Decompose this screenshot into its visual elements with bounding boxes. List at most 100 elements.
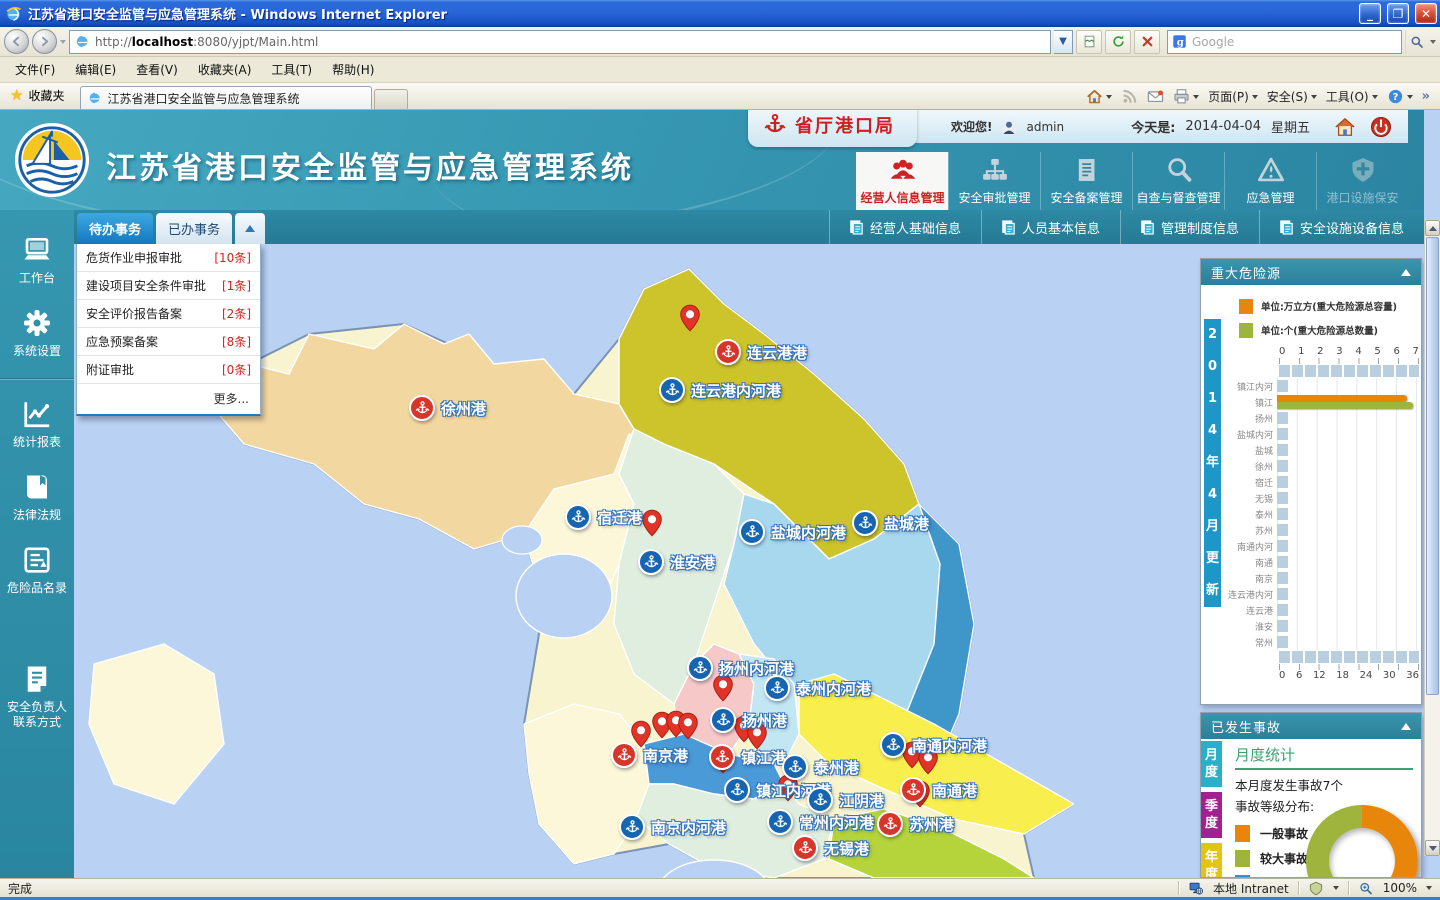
port-marker-镇江内河港[interactable]: 镇江内河港 — [724, 777, 750, 803]
port-marker-泰州港[interactable]: 泰州港 — [782, 754, 808, 780]
back-button[interactable] — [4, 29, 29, 54]
nav-item-2[interactable]: 安全备案管理 — [1040, 152, 1132, 210]
port-marker-盐城港[interactable]: 盐城港 — [852, 510, 878, 536]
port-marker-南通内河港[interactable]: 南通内河港 — [880, 732, 906, 758]
refresh-button[interactable] — [1105, 30, 1131, 54]
task-row-0[interactable]: 危货作业申报审批[10条] — [77, 244, 260, 272]
accidents-tab-月度[interactable]: 月度 — [1201, 741, 1222, 787]
port-marker-南通港[interactable]: 南通港 — [900, 777, 926, 803]
feeds-button[interactable] — [1121, 88, 1138, 105]
port-marker-泰州内河港[interactable]: 泰州内河港 — [764, 675, 790, 701]
nav-item-4[interactable]: 应急管理 — [1224, 152, 1316, 210]
help-button[interactable]: ? — [1387, 88, 1413, 105]
port-marker-镇江港[interactable]: 镇江港 — [709, 744, 735, 770]
subnav-item-3[interactable]: 安全设施设备信息 — [1259, 210, 1424, 244]
port-marker-宿迁港[interactable]: 宿迁港 — [565, 504, 591, 530]
print-button[interactable] — [1173, 88, 1199, 105]
nav-item-1[interactable]: 安全审批管理 — [948, 152, 1040, 210]
port-marker-南京内河港[interactable]: 南京内河港 — [619, 814, 645, 840]
menu-item-1[interactable]: 编辑(E) — [66, 57, 125, 82]
sidebar-item-2[interactable]: 统计报表 — [0, 388, 74, 461]
url-field[interactable]: http://localhost:8080/yjpt/Main.html — [69, 30, 1051, 54]
subnav-item-label: 人员基本信息 — [1022, 218, 1100, 237]
port-marker-徐州港[interactable]: 徐州港 — [409, 395, 435, 421]
map-pin-icon — [679, 304, 701, 332]
search-box[interactable]: g Google — [1167, 30, 1402, 54]
sidebar-item-1[interactable]: 系统设置 — [0, 297, 74, 370]
minimize-button[interactable]: _ — [1359, 3, 1381, 24]
app-home-icon[interactable] — [1334, 116, 1356, 138]
sidebar-item-0[interactable]: 工作台 — [0, 224, 74, 297]
task-row-3[interactable]: 应急预案备案[8条] — [77, 328, 260, 356]
command-item-0[interactable]: 页面(P) — [1208, 88, 1258, 105]
tasks-tab-0[interactable]: 待办事务 — [77, 213, 153, 244]
home-button[interactable] — [1086, 88, 1112, 105]
nav-item-5[interactable]: 港口设施保安 — [1316, 152, 1408, 210]
task-row-2[interactable]: 安全评价报告备案[2条] — [77, 300, 260, 328]
tasks-tab-1[interactable]: 已办事务 — [156, 213, 232, 244]
sidebar-item-5[interactable]: 安全负责人联系方式 — [0, 653, 74, 741]
browser-tab[interactable]: 江苏省港口安全监管与应急管理系统 — [80, 86, 372, 109]
port-marker-苏州港[interactable]: 苏州港 — [877, 811, 903, 837]
menu-item-0[interactable]: 文件(F) — [6, 57, 64, 82]
tasks-collapse-button[interactable] — [235, 213, 265, 244]
new-tab-button[interactable] — [374, 89, 408, 109]
nav-item-3[interactable]: 自查与督查管理 — [1132, 152, 1224, 210]
nav-item-0[interactable]: 经营人信息管理 — [856, 152, 948, 210]
port-marker-常州内河港[interactable]: 常州内河港 — [767, 809, 793, 835]
menu-item-5[interactable]: 帮助(H) — [323, 57, 383, 82]
url-dropdown-button[interactable]: ▼ — [1054, 30, 1073, 54]
logout-power-icon[interactable] — [1370, 116, 1392, 138]
scroll-down-button[interactable] — [1425, 840, 1440, 856]
accidents-tab-季度[interactable]: 季度 — [1201, 792, 1222, 838]
accidents-tab-年度[interactable]: 年度 — [1201, 843, 1222, 878]
google-icon: g — [1172, 34, 1187, 49]
search-options-dropdown[interactable] — [1430, 40, 1436, 44]
port-marker-南京港[interactable]: 南京港 — [611, 742, 637, 768]
sidebar-item-4[interactable]: 危险品名录 — [0, 534, 74, 607]
tasks-more-link[interactable]: 更多... — [77, 384, 260, 414]
maximize-button[interactable]: ❐ — [1387, 3, 1409, 24]
port-marker-淮安港[interactable]: 淮安港 — [638, 549, 664, 575]
task-row-1[interactable]: 建设项目安全条件审批[1条] — [77, 272, 260, 300]
task-row-4[interactable]: 附证审批[0条] — [77, 356, 260, 384]
subnav-item-1[interactable]: 人员基本信息 — [981, 210, 1120, 244]
stop-button[interactable] — [1134, 30, 1160, 54]
page-scrollbar[interactable] — [1424, 220, 1440, 856]
favorites-button[interactable]: ★ 收藏夹 — [6, 86, 70, 109]
read-mail-button[interactable] — [1147, 88, 1164, 105]
menu-item-2[interactable]: 查看(V) — [127, 57, 187, 82]
port-label: 徐州港 — [441, 398, 486, 419]
port-marker-无锡港[interactable]: 无锡港 — [792, 835, 818, 861]
port-marker-扬州港[interactable]: 扬州港 — [710, 707, 736, 733]
search-go-button[interactable] — [1405, 30, 1427, 54]
forward-button[interactable] — [32, 29, 57, 54]
zoom-level[interactable]: 100% — [1383, 881, 1417, 895]
scroll-up-button[interactable] — [1425, 220, 1440, 236]
history-dropdown[interactable] — [60, 40, 66, 44]
subnav-item-0[interactable]: 经营人基础信息 — [829, 210, 981, 244]
subnav-item-2[interactable]: 管理制度信息 — [1120, 210, 1259, 244]
port-marker-盐城内河港[interactable]: 盐城内河港 — [739, 519, 765, 545]
scrollbar-thumb[interactable] — [1426, 237, 1439, 695]
zoom-dropdown[interactable] — [1426, 886, 1432, 890]
hazard-row-plot — [1277, 618, 1417, 634]
compatibility-view-button[interactable] — [1076, 30, 1102, 54]
protected-mode-shield-icon[interactable] — [1308, 881, 1324, 896]
port-marker-江阴港[interactable]: 江阴港 — [807, 787, 833, 813]
tab-title: 江苏省港口安全监管与应急管理系统 — [107, 90, 299, 107]
port-marker-扬州内河港[interactable]: 扬州内河港 — [687, 655, 713, 681]
menu-item-4[interactable]: 工具(T) — [262, 57, 321, 82]
accidents-collapse-icon[interactable] — [1401, 723, 1411, 730]
command-item-1[interactable]: 安全(S) — [1267, 88, 1317, 105]
close-button[interactable]: ✕ — [1415, 3, 1437, 24]
port-marker-连云港内河港[interactable]: 连云港内河港 — [659, 377, 685, 403]
port-marker-连云港港[interactable]: 连云港港 — [715, 339, 741, 365]
command-item-2[interactable]: 工具(O) — [1326, 88, 1378, 105]
protected-mode-dropdown[interactable] — [1333, 886, 1339, 890]
subnav-doc-icon — [1002, 220, 1015, 235]
sidebar-item-3[interactable]: 法律法规 — [0, 461, 74, 534]
hazard-collapse-icon[interactable] — [1401, 269, 1411, 276]
menu-item-3[interactable]: 收藏夹(A) — [189, 57, 261, 82]
overflow-chevron-icon[interactable]: » — [1422, 89, 1430, 104]
